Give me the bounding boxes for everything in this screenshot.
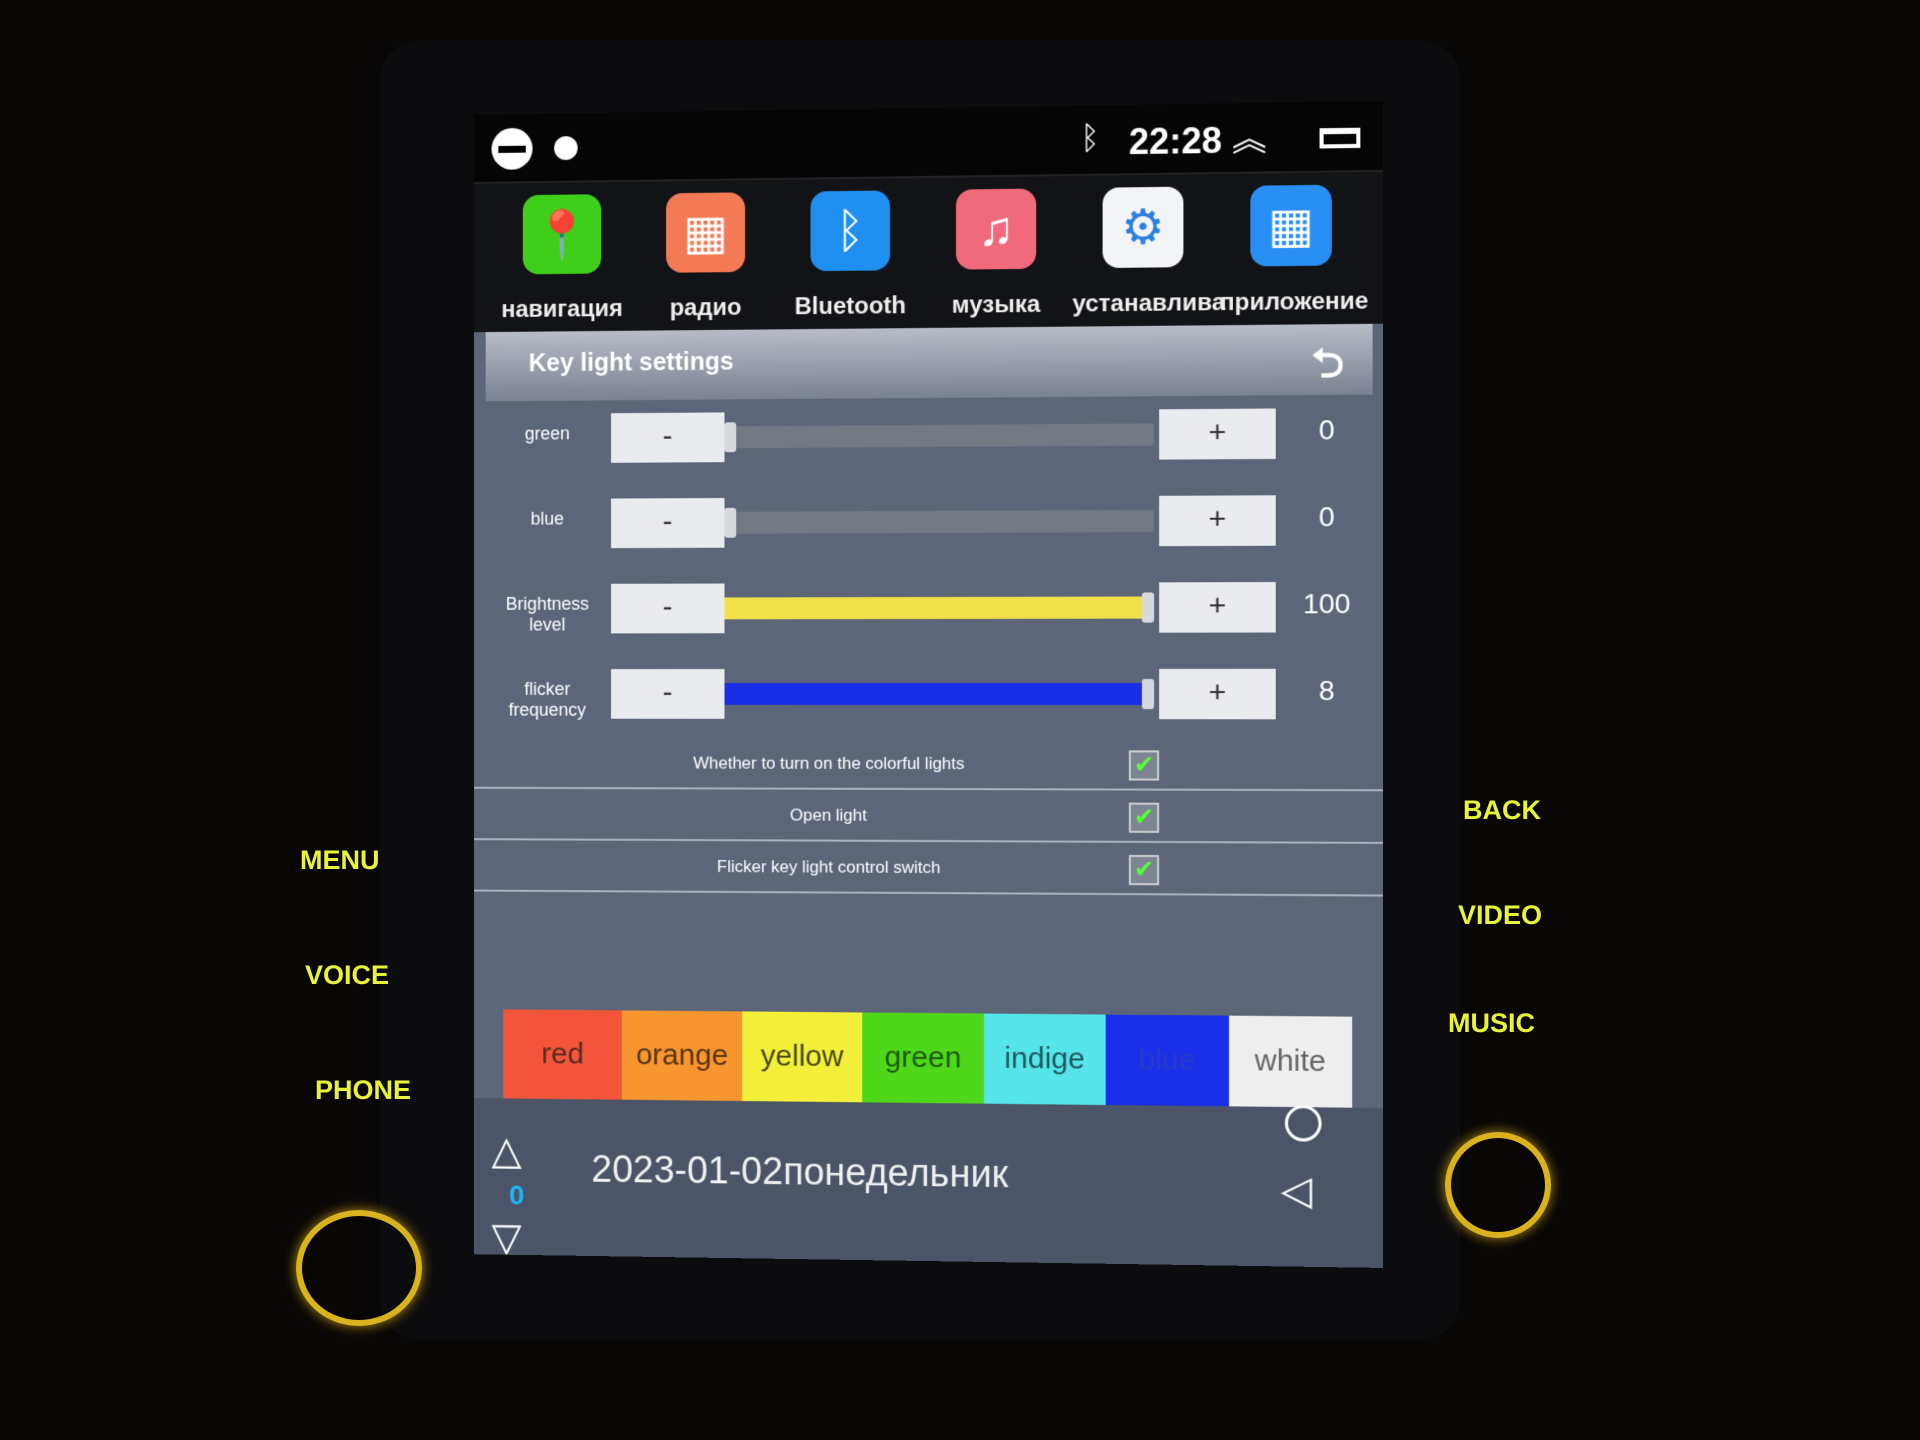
slider-label: flicker frequency xyxy=(508,679,587,720)
color-blue[interactable]: blue xyxy=(1105,1014,1229,1107)
hw-back-button[interactable]: BACK xyxy=(1463,795,1541,826)
increase-button[interactable]: + xyxy=(1159,495,1276,547)
color-white[interactable]: white xyxy=(1228,1015,1353,1108)
checkbox[interactable]: ✔ xyxy=(1128,802,1160,833)
back-triangle-icon[interactable]: ◁ xyxy=(1281,1167,1312,1214)
app-dock: 📍 навигация ▦ радио ᛒ Bluetooth ♫ музыка ⚙ устана… xyxy=(473,169,1383,333)
slider-value: 8 xyxy=(1318,674,1335,707)
slider-fill xyxy=(724,682,1155,706)
slider-track[interactable] xyxy=(724,592,1155,623)
checkbox-row[interactable]: Open light ✔ xyxy=(473,788,1383,844)
slider-track[interactable] xyxy=(724,678,1155,710)
increase-button[interactable]: + xyxy=(1159,582,1276,633)
decrease-button[interactable]: - xyxy=(611,412,725,463)
slider-label: blue xyxy=(530,508,564,529)
recents-icon[interactable] xyxy=(1319,127,1361,149)
slider-thumb[interactable] xyxy=(724,507,737,538)
bluetooth-icon: ᛒ xyxy=(810,190,891,272)
apps-grid-icon: ▦ xyxy=(1250,184,1332,267)
triangle-up-icon[interactable]: △ xyxy=(492,1128,522,1174)
app-label: навигация xyxy=(501,295,623,324)
hw-video-button[interactable]: VIDEO xyxy=(1458,900,1542,931)
undo-icon[interactable]: ⮌ xyxy=(1311,334,1344,403)
color-indige[interactable]: indige xyxy=(983,1013,1106,1106)
slider-row: Brightness level - + 100 xyxy=(474,574,1383,646)
settings-header: Key light settings ⮌ xyxy=(485,323,1373,403)
map-pin-icon: 📍 xyxy=(522,194,602,275)
triangle-down-icon[interactable]: ▽ xyxy=(492,1215,522,1261)
right-knob[interactable] xyxy=(1445,1132,1551,1238)
slider-thumb[interactable] xyxy=(724,422,737,453)
counter: 0 xyxy=(509,1179,525,1211)
home-circle-icon[interactable] xyxy=(1284,1104,1322,1142)
increase-button[interactable]: + xyxy=(1159,408,1276,460)
app-label: Bluetooth xyxy=(794,292,907,321)
app-label: устанавлива xyxy=(1072,288,1226,318)
decrease-button[interactable]: - xyxy=(611,669,725,719)
app-music-note[interactable]: ♫ музыка xyxy=(926,188,1066,320)
gear-icon: ⚙ xyxy=(1102,186,1184,269)
color-orange[interactable]: orange xyxy=(622,1010,742,1102)
slider-row: green - + 0 xyxy=(474,400,1383,476)
app-radio[interactable]: ▦ радио xyxy=(637,192,775,323)
checkbox-label: Whether to turn on the colorful lights xyxy=(693,753,965,774)
checkbox-label: Open light xyxy=(789,805,867,825)
radio-icon: ▦ xyxy=(666,192,746,273)
chevron-up-double-icon[interactable]: ︽ xyxy=(1232,111,1267,161)
app-apps-grid[interactable]: ▦ приложение xyxy=(1219,184,1369,317)
bluetooth-icon: ᛒ xyxy=(1080,119,1100,156)
slider-track[interactable] xyxy=(724,422,1155,453)
app-bluetooth[interactable]: ᛒ Bluetooth xyxy=(781,190,920,321)
date: 2023-01-02 xyxy=(591,1148,784,1194)
slider-thumb[interactable] xyxy=(1141,592,1155,623)
slider-value: 0 xyxy=(1318,414,1335,446)
checkbox-row[interactable]: Flicker key light control switch ✔ xyxy=(473,840,1383,897)
status-bar: ᛒ 22:28 ︽ xyxy=(473,101,1383,182)
color-green[interactable]: green xyxy=(862,1012,984,1104)
slider-row: flicker frequency - + 8 xyxy=(474,661,1383,732)
checkbox-row[interactable]: Whether to turn on the colorful lights ✔ xyxy=(473,737,1383,792)
color-yellow[interactable]: yellow xyxy=(741,1011,863,1103)
checkbox[interactable]: ✔ xyxy=(1128,854,1160,886)
checkbox-label: Flicker key light control switch xyxy=(716,857,941,878)
increase-button[interactable]: + xyxy=(1159,668,1276,720)
slider-label: Brightness level xyxy=(505,593,589,635)
slider-row: blue - + 0 xyxy=(474,487,1383,561)
slider-fill xyxy=(724,596,1155,620)
minus-circle-icon[interactable] xyxy=(491,127,533,170)
date-text: 2023-01-02понедельник xyxy=(591,1149,1008,1197)
page-title: Key light settings xyxy=(528,347,734,378)
slider-track[interactable] xyxy=(724,507,1155,538)
hw-voice-button[interactable]: VOICE xyxy=(305,960,389,991)
slider-thumb[interactable] xyxy=(1141,678,1155,710)
app-label: музыка xyxy=(951,290,1041,319)
checkbox[interactable]: ✔ xyxy=(1128,750,1160,781)
clock: 22:28 xyxy=(1128,119,1222,163)
hw-music-button[interactable]: MUSIC xyxy=(1448,1008,1535,1039)
app-map-pin[interactable]: 📍 навигация xyxy=(493,194,630,324)
music-note-icon: ♫ xyxy=(955,188,1037,270)
decrease-button[interactable]: - xyxy=(611,497,725,549)
color-palette: red orange yellow green indige blue white xyxy=(503,1009,1353,1108)
slider-label: green xyxy=(524,423,570,444)
left-knob[interactable] xyxy=(296,1210,422,1326)
dot-icon xyxy=(554,136,578,161)
app-label: приложение xyxy=(1219,287,1369,317)
slider-value: 100 xyxy=(1302,587,1351,620)
decrease-button[interactable]: - xyxy=(611,583,725,634)
bottom-bar: 2023-01-02понедельник △ 0 ▽ ◁ xyxy=(473,1098,1383,1268)
app-label: радио xyxy=(669,293,742,322)
screen: ᛒ 22:28 ︽ 📍 навигация ▦ радио ᛒ Bluetooth ♫ муз… xyxy=(473,101,1383,1268)
app-gear[interactable]: ⚙ устанавлива xyxy=(1072,186,1226,318)
slider-value: 0 xyxy=(1318,501,1335,533)
color-red[interactable]: red xyxy=(503,1009,623,1100)
hw-phone-button[interactable]: PHONE xyxy=(315,1075,411,1106)
hw-menu-button[interactable]: MENU xyxy=(300,845,380,876)
weekday: понедельник xyxy=(783,1151,1009,1197)
